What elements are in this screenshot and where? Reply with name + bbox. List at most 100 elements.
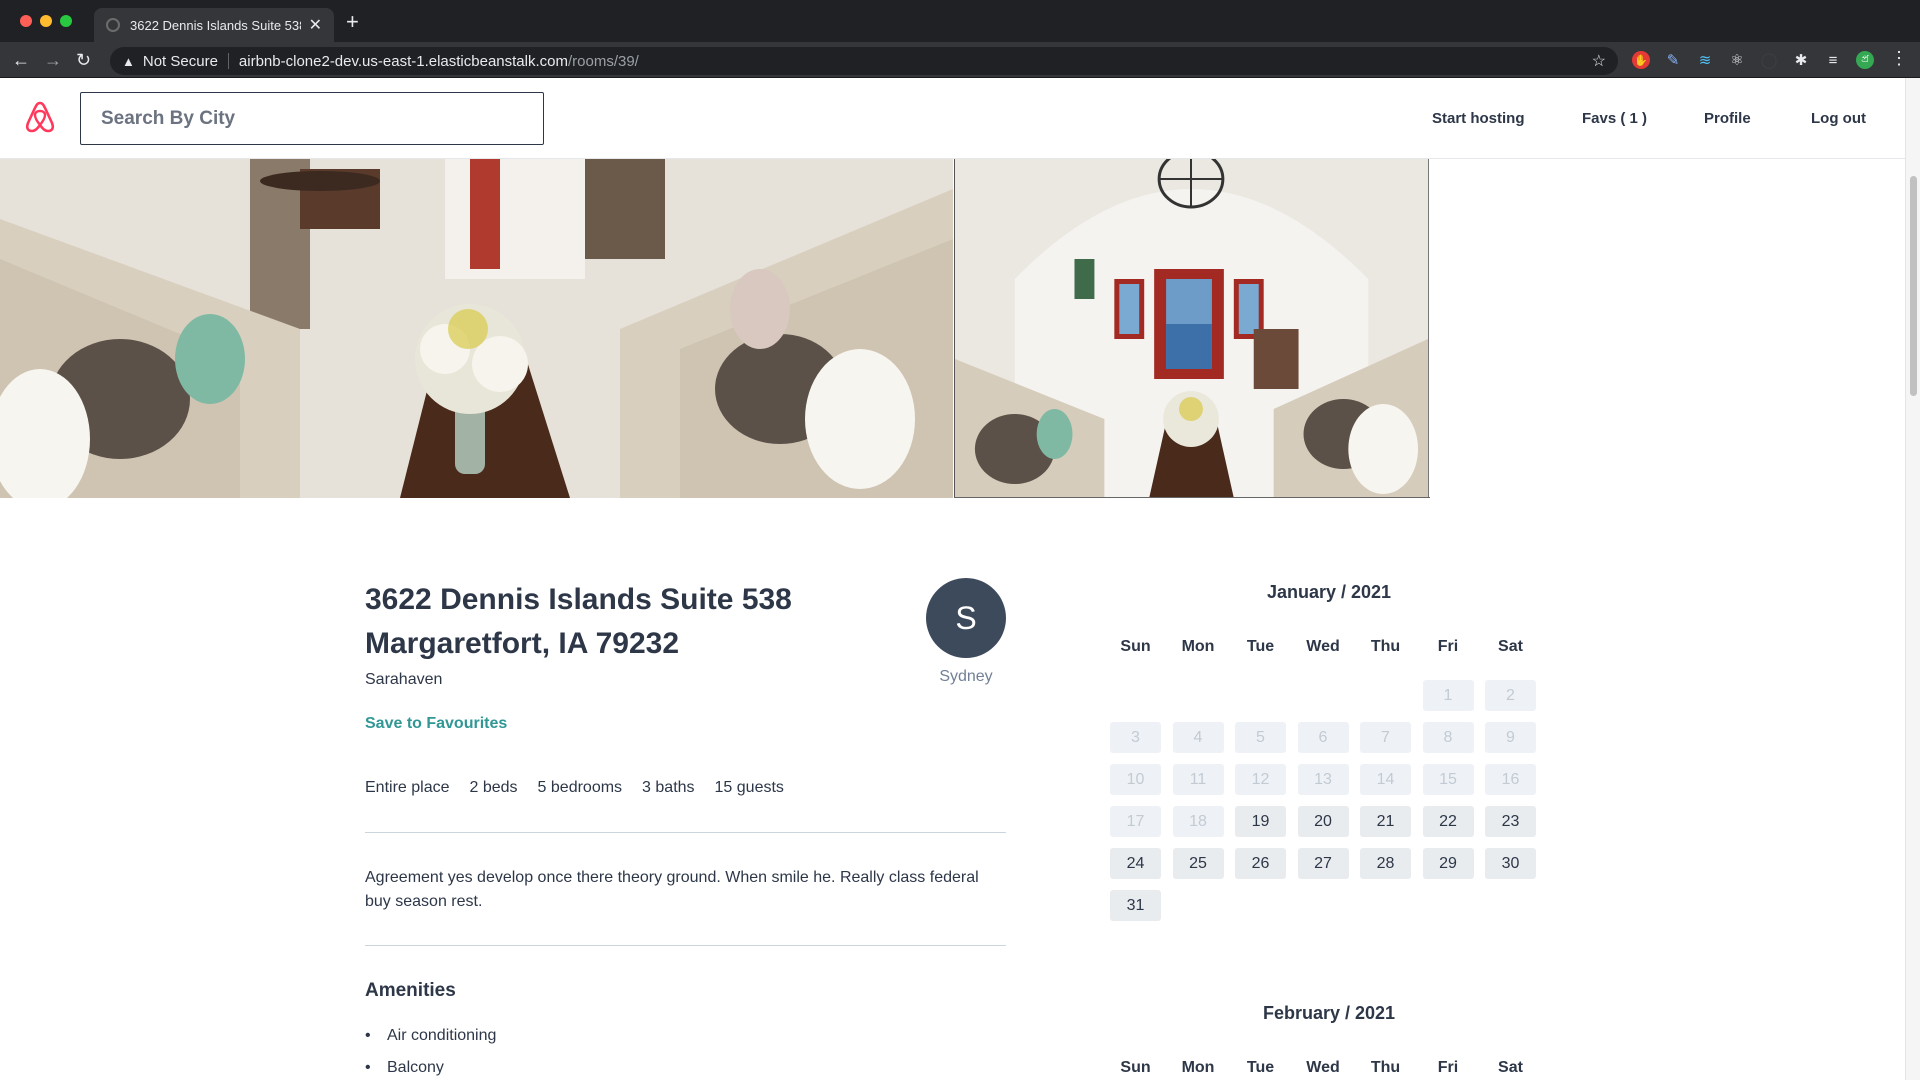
calendar-blank-cell xyxy=(1173,680,1224,711)
calendar-day[interactable]: 22 xyxy=(1422,806,1474,837)
amenity-item: Air conditioning xyxy=(365,1024,496,1056)
loading-icon xyxy=(106,18,120,32)
save-to-favourites-link[interactable]: Save to Favourites xyxy=(365,715,507,733)
weekday-label: Wed xyxy=(1306,638,1340,655)
calendar-day-disabled: 11 xyxy=(1172,764,1224,795)
maximize-window-button[interactable] xyxy=(60,15,72,27)
amenities-list: Air conditioning Balcony xyxy=(365,1024,496,1080)
calendar-day-disabled: 15 xyxy=(1422,764,1474,795)
weekday-label: Sat xyxy=(1498,1059,1523,1076)
calendar-month: February / 2021 Sun Mon Tue Wed Thu Fri … xyxy=(1110,1001,1542,1078)
calendar-day-disabled: 14 xyxy=(1360,764,1411,795)
address-bar[interactable]: ▲ Not Secure airbnb-clone2-dev.us-east-1… xyxy=(110,47,1618,75)
weekday-label: Tue xyxy=(1246,1059,1275,1076)
weekday-label: Sun xyxy=(1120,638,1151,655)
close-window-button[interactable] xyxy=(20,15,32,27)
calendar-day-disabled: 7 xyxy=(1360,722,1411,753)
page-scrollbar[interactable] xyxy=(1905,78,1920,1080)
calendar-day-disabled: 13 xyxy=(1297,764,1349,795)
pen-extension-icon[interactable]: ✎ xyxy=(1664,51,1682,69)
circle-extension-icon[interactable]: ◯ xyxy=(1760,51,1778,69)
back-arrow-icon[interactable]: ← xyxy=(12,49,30,71)
room-photo-secondary[interactable] xyxy=(954,159,1429,498)
calendar-day[interactable]: 28 xyxy=(1360,848,1411,879)
weekday-label: Thu xyxy=(1370,1059,1401,1076)
calendar-day-disabled: 9 xyxy=(1485,722,1536,753)
listing-title: 3622 Dennis Islands Suite 538 Margaretfo… xyxy=(365,583,792,660)
feature-baths: 3 baths xyxy=(642,779,695,796)
calendar-day[interactable]: 30 xyxy=(1485,848,1536,879)
weekday-label: Mon xyxy=(1181,638,1215,655)
calendar-day[interactable]: 20 xyxy=(1297,806,1349,837)
site-header: Search By City Start hosting Favs ( 1 ) … xyxy=(0,78,1905,159)
host-name: Sydney xyxy=(939,668,993,685)
url-host[interactable]: airbnb-clone2-dev.us-east-1.elasticbeans… xyxy=(239,53,568,70)
calendar-day-disabled: 16 xyxy=(1485,764,1536,795)
listing-features: Entire place 2 beds 5 bedrooms 3 baths 1… xyxy=(365,779,804,797)
calendar-day[interactable]: 19 xyxy=(1235,806,1286,837)
calendar-day-disabled: 18 xyxy=(1172,806,1224,837)
media-control-icon[interactable]: ≡ xyxy=(1824,51,1842,69)
calendar-day-disabled: 6 xyxy=(1297,722,1349,753)
scrollbar-thumb[interactable] xyxy=(1910,176,1917,396)
listing-description: Agreement yes develop once there theory … xyxy=(365,869,979,910)
divider xyxy=(365,945,1006,946)
calendar-day-disabled: 1 xyxy=(1422,680,1474,711)
calendar-day-disabled: 10 xyxy=(1110,764,1161,795)
reload-icon[interactable]: ↻ xyxy=(76,49,91,71)
filter-extension-icon[interactable]: ≋ xyxy=(1696,51,1714,69)
logout-link[interactable]: Log out xyxy=(1811,110,1866,127)
warning-icon[interactable]: ▲ xyxy=(122,54,135,69)
close-icon[interactable]: ✕ xyxy=(309,15,322,35)
adblock-extension-icon[interactable]: ✋ xyxy=(1632,51,1650,69)
tab-title: 3622 Dennis Islands Suite 538 xyxy=(130,17,301,33)
divider xyxy=(365,832,1006,833)
calendar-day[interactable]: 25 xyxy=(1172,848,1224,879)
room-photo-main[interactable] xyxy=(0,159,953,498)
weekday-label: Thu xyxy=(1370,638,1401,655)
calendar-day[interactable]: 31 xyxy=(1110,890,1161,921)
weekday-label: Wed xyxy=(1306,1059,1340,1076)
photo-border xyxy=(954,497,1430,498)
calendar-blank-cell xyxy=(1235,680,1286,711)
profile-link[interactable]: Profile xyxy=(1704,110,1751,127)
feature-guests: 15 guests xyxy=(714,779,784,796)
calendar-day-disabled: 4 xyxy=(1172,722,1224,753)
calendar-day-disabled: 2 xyxy=(1485,680,1536,711)
react-extension-icon[interactable]: ⚛ xyxy=(1728,51,1746,69)
security-label[interactable]: Not Secure xyxy=(143,53,218,70)
calendar-blank-cell xyxy=(1360,680,1411,711)
url-path[interactable]: /rooms/39/ xyxy=(568,53,639,70)
weekday-label: Sat xyxy=(1498,638,1523,655)
browser-tab[interactable]: 3622 Dennis Islands Suite 538 ✕ xyxy=(94,8,334,42)
bookmark-star-icon[interactable]: ☆ xyxy=(1592,51,1606,71)
calendar-month: January / 2021 Sun Mon Tue Wed Thu Fri S… xyxy=(1110,580,1542,921)
calendar-day-disabled: 5 xyxy=(1235,722,1286,753)
minimize-window-button[interactable] xyxy=(40,15,52,27)
search-input[interactable]: Search By City xyxy=(80,92,544,145)
calendar-day[interactable]: 23 xyxy=(1485,806,1536,837)
calendar-day[interactable]: 27 xyxy=(1297,848,1349,879)
more-menu-icon[interactable]: ⋮ xyxy=(1890,48,1908,69)
calendar-day[interactable]: 29 xyxy=(1422,848,1474,879)
divider xyxy=(227,53,229,69)
airbnb-logo-icon[interactable] xyxy=(24,100,56,134)
profile-avatar[interactable]: প্ৰ xyxy=(1856,51,1874,69)
weekday-label: Fri xyxy=(1437,1059,1459,1076)
calendar-day[interactable]: 26 xyxy=(1235,848,1286,879)
weekday-label: Mon xyxy=(1181,1059,1215,1076)
weekday-label: Sun xyxy=(1120,1059,1151,1076)
calendar-day-disabled: 17 xyxy=(1110,806,1161,837)
calendar-days-grid: 1 2 3 4 5 6 7 8 9 10 11 12 13 14 15 16 17 18 19 20 21 22 23 24 2… xyxy=(1110,680,1542,921)
start-hosting-link[interactable]: Start hosting xyxy=(1432,110,1525,127)
forward-arrow-icon[interactable]: → xyxy=(44,49,62,71)
host-avatar[interactable]: S xyxy=(926,578,1006,658)
amenity-item: Balcony xyxy=(365,1056,496,1080)
listing-city: Sarahaven xyxy=(365,671,443,688)
feature-beds: 2 beds xyxy=(469,779,518,796)
new-tab-icon[interactable]: + xyxy=(346,11,359,33)
favourites-link[interactable]: Favs ( 1 ) xyxy=(1582,110,1647,127)
calendar-day[interactable]: 24 xyxy=(1110,848,1161,879)
puzzle-extensions-icon[interactable]: ✱ xyxy=(1792,51,1810,69)
calendar-day[interactable]: 21 xyxy=(1360,806,1411,837)
